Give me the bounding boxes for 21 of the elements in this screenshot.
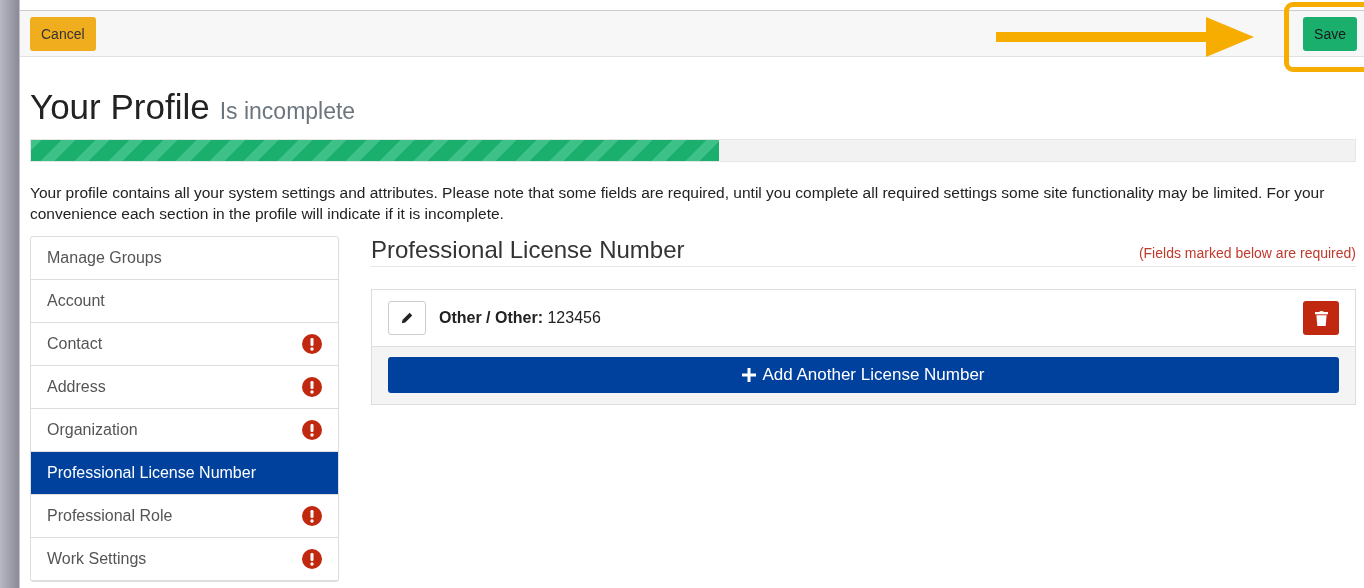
cancel-button[interactable]: Cancel: [30, 16, 96, 51]
page-title: Your Profile: [30, 87, 210, 127]
pencil-icon: [400, 311, 414, 325]
sidebar-item[interactable]: Manage Groups: [31, 237, 338, 280]
sidebar-item[interactable]: Professional License Number: [31, 452, 338, 495]
sidebar-item[interactable]: Work Settings: [31, 538, 338, 581]
delete-button[interactable]: [1303, 301, 1339, 335]
section-title: Professional License Number: [371, 236, 685, 264]
save-button[interactable]: Save: [1303, 16, 1357, 51]
required-note: (Fields marked below are required): [1138, 245, 1356, 261]
add-license-button[interactable]: Add Another License Number: [388, 357, 1339, 393]
plus-icon: [742, 368, 757, 382]
license-entry: Other / Other: 123456: [439, 309, 601, 327]
sidebar-item[interactable]: Address: [31, 366, 338, 409]
sidebar-item[interactable]: Contact: [31, 323, 338, 366]
intro-paragraph: Your profile contains all your system settings and attributes. Please note that some fields are required, until you complete all required settings some site functionality may be limited. For your convenience each section in the profile will indicate if it is incomplete.: [30, 183, 1326, 224]
sidebar-item[interactable]: Account: [31, 280, 338, 323]
edit-button[interactable]: [388, 301, 426, 335]
trash-icon: [1314, 310, 1328, 326]
profile-status: Is incomplete: [219, 98, 356, 125]
sidebar-item[interactable]: Professional Role: [31, 495, 338, 538]
